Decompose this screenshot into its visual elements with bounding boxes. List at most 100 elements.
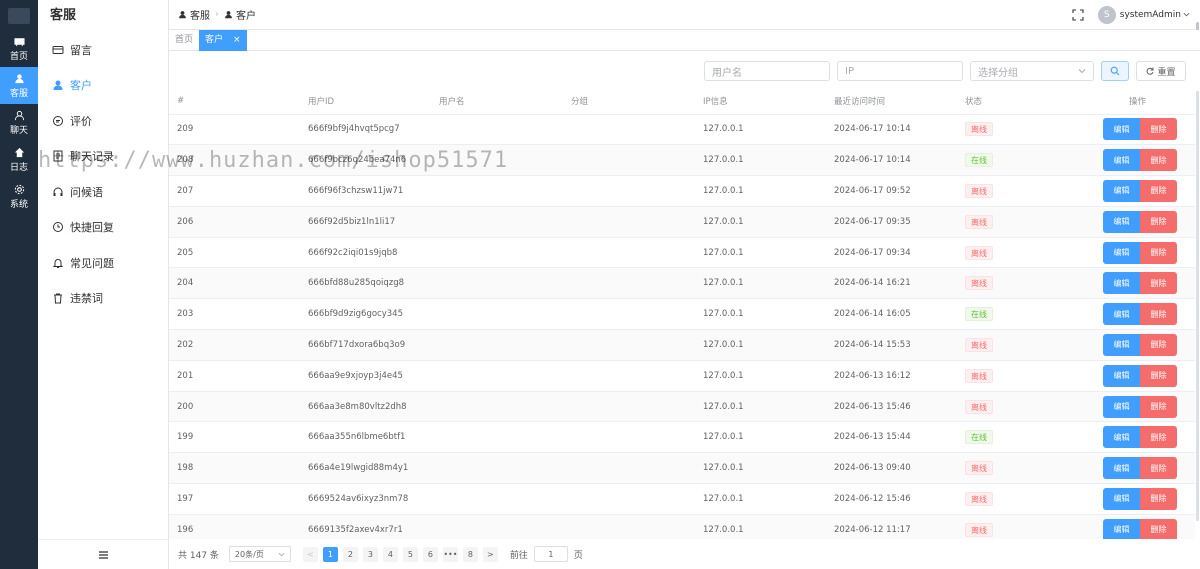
- cell-username: [439, 298, 571, 331]
- group-select[interactable]: 选择分组: [970, 61, 1094, 81]
- page-button[interactable]: 3: [362, 546, 378, 562]
- status-badge: 离线: [965, 491, 993, 506]
- rail-item-service[interactable]: 客服: [0, 67, 38, 104]
- search-button[interactable]: [1101, 61, 1129, 81]
- delete-button[interactable]: 删除: [1140, 149, 1177, 172]
- main-scrollbar[interactable]: [1195, 51, 1200, 569]
- menu-item-label: 评价: [70, 114, 92, 128]
- edit-button[interactable]: 编辑: [1103, 457, 1140, 480]
- avatar[interactable]: S: [1097, 5, 1116, 24]
- edit-button[interactable]: 编辑: [1103, 395, 1140, 418]
- reset-button[interactable]: 重置: [1136, 61, 1186, 81]
- page-button[interactable]: 4: [382, 546, 398, 562]
- delete-button[interactable]: 删除: [1140, 272, 1177, 295]
- cell-ip: 127.0.0.1: [703, 114, 834, 146]
- page-button[interactable]: 5: [402, 546, 418, 562]
- reset-label: 重置: [1157, 67, 1176, 78]
- delete-button[interactable]: 删除: [1140, 241, 1177, 264]
- document-icon: [53, 150, 63, 162]
- cell-ip: 127.0.0.1: [703, 329, 834, 361]
- username-input[interactable]: 用户名: [704, 61, 830, 81]
- edit-button[interactable]: 编辑: [1103, 241, 1140, 264]
- cell-user-id: 666bf9d9zig6gocy345: [308, 298, 439, 331]
- cell-status: 离线: [965, 483, 1096, 515]
- tag-home[interactable]: 首页: [169, 30, 199, 51]
- edit-button[interactable]: 编辑: [1103, 179, 1140, 202]
- menu-item-messages[interactable]: 留言: [38, 32, 168, 68]
- edit-button[interactable]: 编辑: [1103, 426, 1140, 449]
- menu-item-faq[interactable]: 常见问题: [38, 245, 168, 281]
- menu-item-chat-history[interactable]: 聊天记录: [38, 139, 168, 175]
- cell-username: [439, 452, 571, 485]
- cell-actions: 编辑 删除: [1096, 391, 1195, 423]
- delete-button[interactable]: 删除: [1140, 333, 1177, 356]
- delete-button[interactable]: 删除: [1140, 179, 1177, 202]
- cell-index: 202: [169, 329, 308, 361]
- page-button[interactable]: 6: [422, 546, 438, 562]
- rail-item-chat[interactable]: 聊天: [0, 104, 38, 141]
- delete-button[interactable]: 删除: [1140, 457, 1177, 480]
- delete-button[interactable]: 删除: [1140, 487, 1177, 510]
- delete-button[interactable]: 删除: [1140, 118, 1177, 141]
- edit-button[interactable]: 编辑: [1103, 364, 1140, 387]
- menu-item-label: 聊天记录: [70, 150, 114, 164]
- menu-item-reviews[interactable]: 评价: [38, 103, 168, 139]
- collapse-menu-button[interactable]: [38, 539, 168, 569]
- cell-group: [571, 483, 703, 515]
- cell-index: 207: [169, 175, 308, 207]
- page-size-value: 20条/页: [234, 549, 264, 559]
- delete-button[interactable]: 删除: [1140, 426, 1177, 449]
- cell-user-id: 666bf717dxora6bq3o9: [308, 329, 439, 361]
- page-button[interactable]: 8: [462, 546, 478, 562]
- edit-button[interactable]: 编辑: [1103, 303, 1140, 326]
- delete-button[interactable]: 删除: [1140, 518, 1177, 541]
- cell-username: [439, 483, 571, 515]
- edit-button[interactable]: 编辑: [1103, 518, 1140, 541]
- cell-status: 离线: [965, 206, 1096, 238]
- edit-button[interactable]: 编辑: [1103, 118, 1140, 141]
- edit-button[interactable]: 编辑: [1103, 333, 1140, 356]
- page-unit-label: 页: [573, 550, 583, 561]
- goto-page-input[interactable]: 1: [533, 546, 568, 562]
- page-button[interactable]: 1: [322, 546, 338, 562]
- delete-button[interactable]: 删除: [1140, 303, 1177, 326]
- prev-page-button[interactable]: <: [302, 546, 318, 562]
- rail-item-system[interactable]: 系统: [0, 178, 38, 215]
- breadcrumb-service[interactable]: 客服: [190, 7, 210, 22]
- edit-button[interactable]: 编辑: [1103, 210, 1140, 233]
- menu-item-greetings[interactable]: 问候语: [38, 174, 168, 210]
- cell-last-visit: 2024-06-17 09:52: [834, 175, 965, 207]
- edit-button[interactable]: 编辑: [1103, 149, 1140, 172]
- menu-item-quick-reply[interactable]: 快捷回复: [38, 210, 168, 246]
- ip-input[interactable]: IP: [837, 61, 963, 81]
- edit-button[interactable]: 编辑: [1103, 272, 1140, 295]
- rail-item-label: 首页: [9, 51, 28, 62]
- table-row: 202 666bf717dxora6bq3o9 127.0.0.1 2024-06-1…: [169, 329, 1195, 361]
- rail-item-label: 日志: [9, 162, 28, 173]
- fullscreen-icon[interactable]: [1072, 8, 1084, 21]
- rail-item-label: 系统: [9, 199, 28, 210]
- header-right: S systemAdmin: [1072, 5, 1200, 24]
- page-button[interactable]: 2: [342, 546, 358, 562]
- rail-item-home[interactable]: 首页: [0, 30, 38, 67]
- column-header: 分组: [571, 89, 703, 115]
- user-icon: [14, 73, 24, 83]
- close-icon[interactable]: ×: [233, 30, 241, 51]
- page-size-select[interactable]: 20条/页: [228, 546, 291, 562]
- edit-button[interactable]: 编辑: [1103, 487, 1140, 510]
- menu-item-customers[interactable]: 客户: [38, 68, 168, 104]
- cell-index: 205: [169, 237, 308, 269]
- delete-button[interactable]: 删除: [1140, 364, 1177, 387]
- tag-customers[interactable]: 客户 ×: [199, 29, 247, 51]
- next-page-button[interactable]: >: [482, 546, 498, 562]
- cell-index: 208: [169, 144, 308, 177]
- username[interactable]: systemAdmin: [1120, 10, 1181, 20]
- chevron-down-icon[interactable]: [1183, 11, 1190, 18]
- delete-button[interactable]: 删除: [1140, 210, 1177, 233]
- cell-status: 在线: [965, 144, 1096, 177]
- menu-item-banned-words[interactable]: 违禁词: [38, 281, 168, 317]
- delete-button[interactable]: 删除: [1140, 395, 1177, 418]
- cell-group: [571, 206, 703, 238]
- rail-item-log[interactable]: 日志: [0, 141, 38, 178]
- more-pages-button[interactable]: •••: [442, 546, 458, 562]
